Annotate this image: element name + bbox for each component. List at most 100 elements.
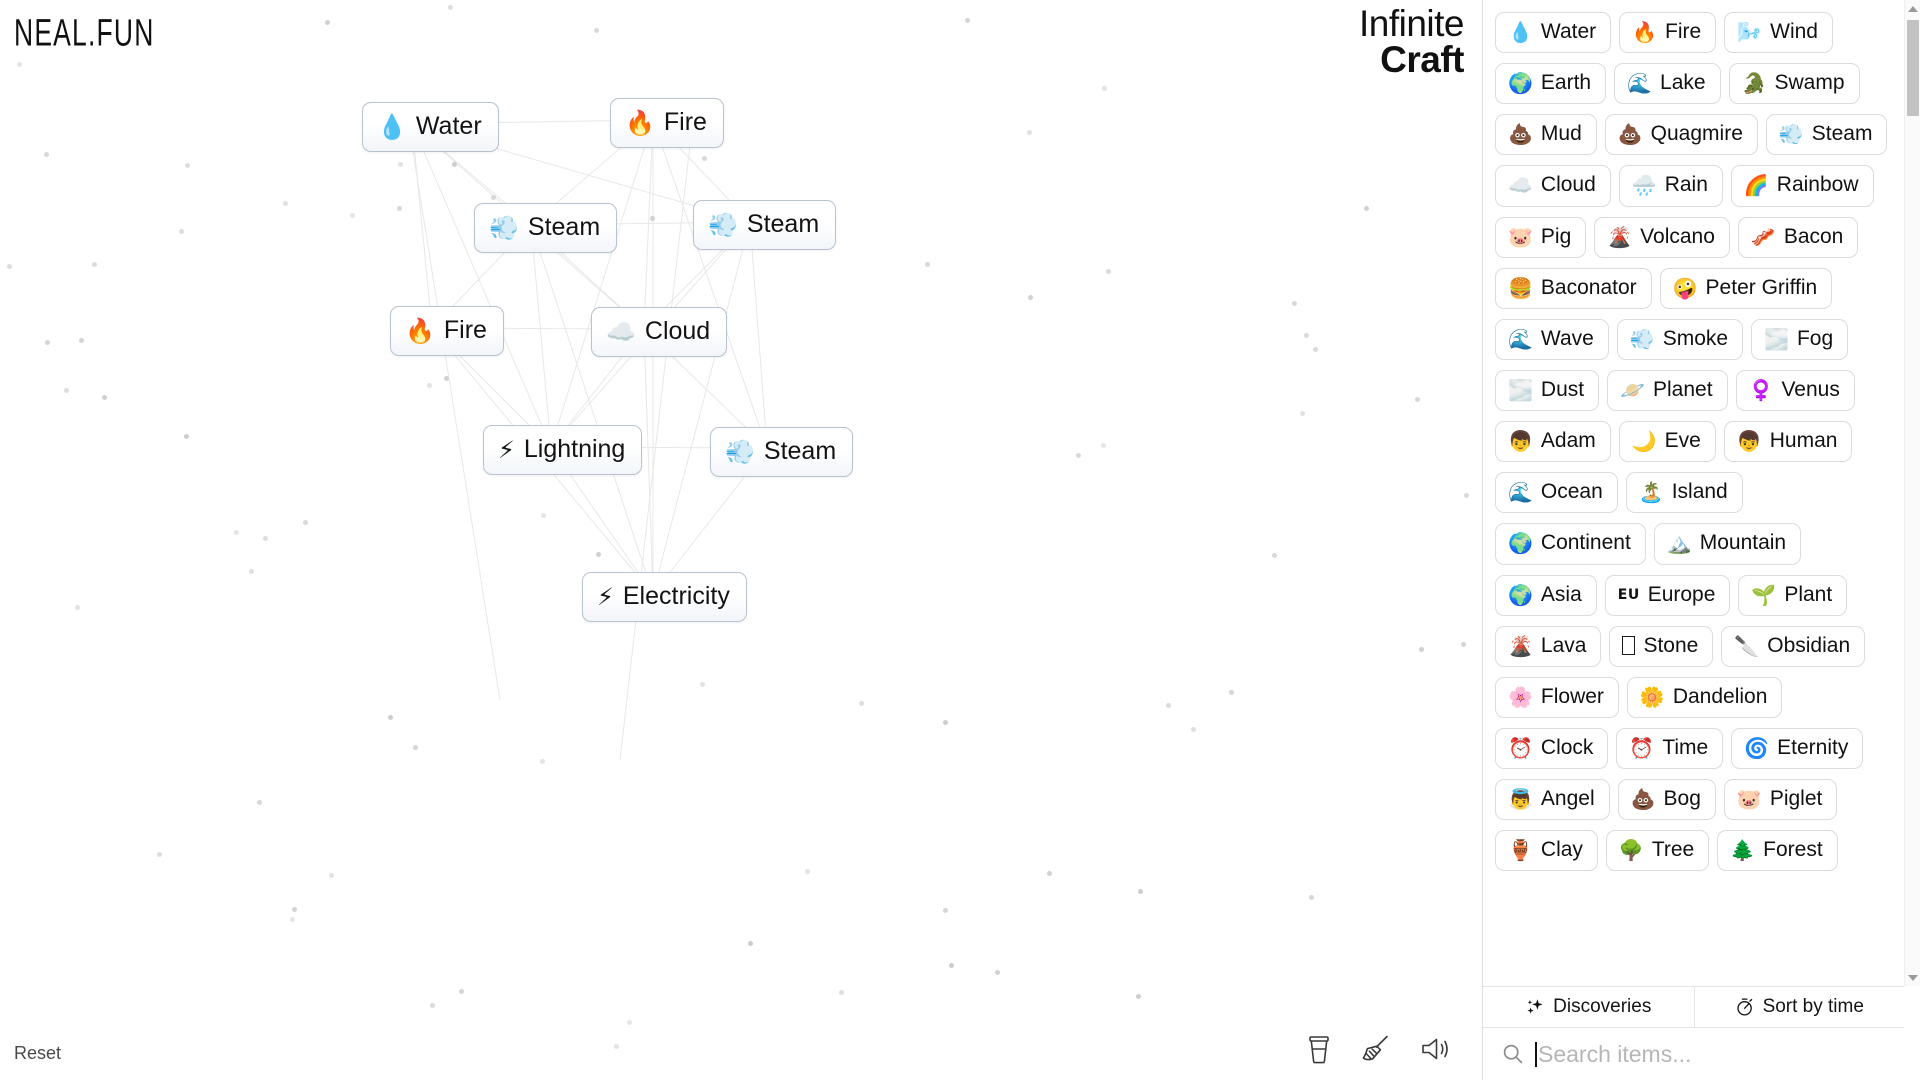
element-item[interactable]: 🤪 Peter Griffin [1659, 267, 1833, 309]
element-item[interactable]: 💩 Quagmire [1604, 114, 1758, 156]
element-item-label: Stone [1643, 633, 1699, 657]
element-emoji-icon: 🌊 [1508, 480, 1533, 505]
element-item[interactable]: 🔪 Obsidian [1721, 625, 1866, 667]
tab-sort-by-time[interactable]: Sort by time [1693, 987, 1905, 1027]
element-item[interactable]: 🐷 Pig [1495, 216, 1587, 258]
canvas-node[interactable]: 💨 Steam [474, 203, 618, 253]
canvas-node[interactable]: ⚡ Electricity [582, 572, 747, 622]
canvas-node[interactable]: 🔥 Fire [610, 98, 724, 148]
crafting-canvas[interactable]: NEAL.FUN Infinite Craft 💧 Water 🔥 Fire 💨 Stea… [0, 0, 1482, 1080]
background-dot [249, 569, 254, 574]
element-item[interactable]: 🌈 Rainbow [1730, 165, 1874, 207]
element-item-label: Volcano [1640, 224, 1715, 248]
canvas-node[interactable]: 💧 Water [362, 102, 499, 152]
canvas-node-label: Lightning [523, 435, 626, 463]
element-item[interactable]: 🏔️ Mountain [1653, 523, 1802, 565]
element-item[interactable]: ⏰ Clock [1495, 727, 1609, 770]
element-item[interactable]: 👦 Human [1723, 421, 1853, 463]
canvas-node[interactable]: 🔥 Fire [390, 306, 504, 356]
background-dot [700, 682, 705, 687]
element-item[interactable]: 🌍 Continent [1495, 523, 1646, 565]
node-emoji-icon: 💨 [489, 213, 519, 242]
element-item[interactable]: 🌱 Plant [1738, 574, 1848, 616]
element-item[interactable]: 🌊 Ocean [1495, 472, 1618, 514]
background-dot [79, 338, 84, 343]
element-item[interactable]: ⏰ Time [1616, 727, 1724, 770]
background-dot [943, 720, 948, 725]
element-item[interactable]: 🌲 Forest [1717, 830, 1838, 872]
scrollbar-up-arrow[interactable] [1905, 0, 1920, 17]
scrollbar-thumb[interactable] [1907, 20, 1919, 116]
element-item[interactable]: 👦 Adam [1495, 421, 1611, 463]
background-dot [1364, 206, 1369, 211]
element-item[interactable]: 🐊 Swamp [1728, 63, 1860, 105]
element-item-label: Piglet [1769, 787, 1823, 811]
sidebar-scrollbar[interactable] [1904, 0, 1920, 986]
element-item[interactable]: ♀️ Venus [1735, 369, 1855, 412]
element-item[interactable]: 🌳 Tree [1605, 830, 1710, 872]
element-emoji-icon: 💧 [1508, 20, 1533, 45]
element-item[interactable]: 🔥 Fire [1619, 12, 1717, 54]
element-emoji-icon: 🐷 [1508, 224, 1533, 249]
element-item[interactable]: 🌋 Lava [1495, 625, 1602, 667]
element-item-label: Lava [1540, 633, 1587, 657]
broom-icon[interactable] [1360, 1034, 1392, 1064]
element-item[interactable]: 🌧️ Rain [1618, 165, 1723, 207]
element-item-label: Time [1662, 735, 1709, 759]
background-dot [594, 28, 599, 33]
canvas-node[interactable]: 💨 Steam [710, 427, 854, 477]
coffee-cup-icon[interactable] [1306, 1034, 1332, 1064]
element-item[interactable]: 🐷 Piglet [1723, 779, 1838, 821]
canvas-node[interactable]: ☁️ Cloud [591, 307, 728, 357]
background-dot [1047, 871, 1052, 876]
tab-discoveries[interactable]: Discoveries [1483, 987, 1694, 1027]
element-emoji-icon: 👼 [1508, 787, 1533, 812]
neal-fun-logo[interactable]: NEAL.FUN [14, 12, 155, 56]
element-item[interactable]: ☁️ Cloud [1495, 165, 1611, 207]
element-item-label: Mountain [1699, 531, 1787, 555]
element-item[interactable]: 🌀 Eternity [1731, 727, 1864, 770]
background-dot [45, 340, 50, 345]
element-item[interactable]: 🌊 Wave [1495, 318, 1609, 360]
element-item[interactable]: 💩 Bog [1617, 779, 1716, 821]
element-item[interactable]: 💧 Water [1495, 12, 1612, 54]
element-item[interactable]: 🌍 Asia [1495, 574, 1597, 616]
element-item[interactable]: Stone [1609, 625, 1714, 667]
element-item[interactable]: 🌍 Earth [1495, 63, 1607, 105]
element-item[interactable]: 🥓 Bacon [1737, 216, 1859, 258]
sound-on-icon[interactable] [1420, 1035, 1452, 1063]
element-item-label: Clock [1540, 735, 1594, 759]
canvas-node[interactable]: 💨 Steam [693, 200, 837, 250]
canvas-node[interactable]: ⚡ Lightning [483, 425, 643, 475]
element-emoji-icon: 💨 [1629, 326, 1655, 351]
element-item[interactable]: 🏝️ Island [1625, 472, 1743, 514]
element-item[interactable]: 🌙 Eve [1618, 421, 1716, 463]
tab-discoveries-label: Discoveries [1553, 996, 1652, 1017]
element-item[interactable]: 🌋 Volcano [1594, 216, 1730, 258]
element-item[interactable]: EU Europe [1604, 574, 1731, 616]
background-dot [1309, 895, 1314, 900]
element-item[interactable]: 🌸 Flower [1495, 676, 1619, 718]
element-item[interactable]: 🌊 Lake [1614, 63, 1721, 105]
element-item[interactable]: 🌫️ Dust [1495, 369, 1600, 412]
element-item[interactable]: 🍔 Baconator [1495, 267, 1652, 309]
element-item[interactable]: 🌬️ Wind [1724, 12, 1833, 54]
element-item[interactable]: 🌫️ Fog [1751, 318, 1849, 360]
background-dot [329, 873, 334, 878]
reset-button[interactable]: Reset [14, 1043, 61, 1064]
element-emoji-icon: 💩 [1617, 122, 1643, 147]
sparkles-icon [1525, 997, 1545, 1017]
element-item[interactable]: 🌼 Dandelion [1626, 676, 1783, 718]
element-item[interactable]: 🏺 Clay [1495, 830, 1598, 872]
element-item[interactable]: 👼 Angel [1495, 779, 1610, 821]
element-item[interactable]: 💨 Smoke [1616, 318, 1744, 360]
element-emoji-icon: ⏰ [1629, 736, 1655, 761]
element-item[interactable]: 💨 Steam [1765, 114, 1888, 156]
element-item[interactable]: 💩 Mud [1495, 114, 1597, 156]
search-input[interactable]: Search items... [1535, 1038, 1888, 1070]
element-item[interactable]: 🪐 Planet [1607, 369, 1728, 412]
element-item-label: Bog [1663, 787, 1701, 811]
scrollbar-down-arrow[interactable] [1905, 969, 1920, 986]
search-row[interactable]: Search items... [1483, 1028, 1904, 1080]
element-emoji-icon: ♀️ [1748, 378, 1774, 403]
